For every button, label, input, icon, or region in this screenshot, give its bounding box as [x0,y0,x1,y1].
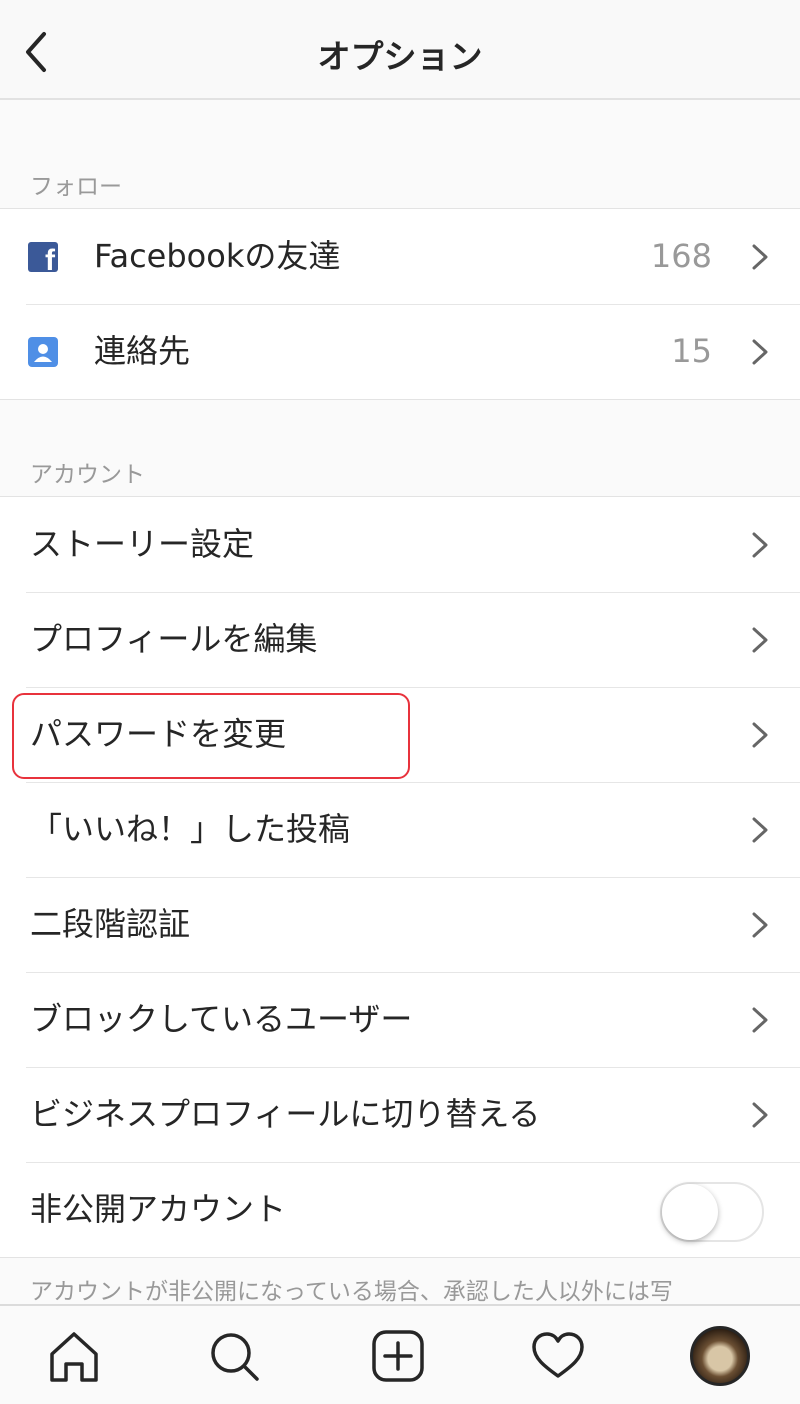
row-label: ビジネスプロフィールに切り替える [30,1095,541,1133]
row-label: 非公開アカウント [30,1190,287,1228]
row-liked-posts[interactable]: 「いいね！」した投稿 [0,782,800,877]
search-icon [211,1333,259,1381]
page-title: オプション [317,37,483,76]
home-icon [50,1332,98,1382]
row-switch-business-profile[interactable]: ビジネスプロフィールに切り替える [0,1067,800,1162]
chevron-right-icon [752,532,768,558]
row-facebook-friends[interactable]: f Facebookの友達 168 [0,209,800,304]
row-label: ストーリー設定 [30,525,255,563]
bottom-tab-bar [0,1304,800,1404]
section-header-follow: フォロー [30,174,122,200]
contacts-icon [28,337,58,367]
account-group: ストーリー設定 プロフィールを編集 パスワードを変更 「いいね！」した投稿 二段… [0,496,800,1258]
row-label: 「いいね！」した投稿 [30,810,351,848]
chevron-right-icon [752,244,768,270]
chevron-right-icon [752,817,768,843]
highlight-annotation [12,693,410,779]
chevron-right-icon [752,1007,768,1033]
add-post-icon [372,1330,424,1382]
row-count: 15 [671,332,712,370]
row-label: プロフィールを編集 [30,620,318,658]
row-private-account: 非公開アカウント [0,1162,800,1257]
section-header-account: アカウント [30,462,145,488]
tab-home[interactable] [42,1324,106,1388]
row-blocked-users[interactable]: ブロックしているユーザー [0,972,800,1067]
profile-avatar[interactable] [690,1326,750,1386]
tab-search[interactable] [202,1324,266,1388]
tab-activity[interactable] [526,1324,590,1388]
row-count: 168 [650,237,712,275]
row-label: 連絡先 [94,332,191,370]
row-two-factor-auth[interactable]: 二段階認証 [0,877,800,972]
activity-heart-icon [532,1332,584,1378]
tab-add-post[interactable] [366,1324,430,1388]
row-label: 二段階認証 [30,905,191,943]
chevron-right-icon [752,627,768,653]
chevron-right-icon [752,339,768,365]
chevron-right-icon [752,1102,768,1128]
facebook-icon: f [28,242,58,272]
chevron-right-icon [752,912,768,938]
private-account-toggle[interactable] [660,1182,764,1242]
nav-header: オプション [0,0,800,100]
chevron-right-icon [752,722,768,748]
row-edit-profile[interactable]: プロフィールを編集 [0,592,800,687]
row-contacts[interactable]: 連絡先 15 [0,304,800,399]
row-label: Facebookの友達 [94,237,341,275]
row-label: ブロックしているユーザー [30,1000,413,1038]
follow-group: f Facebookの友達 168 連絡先 15 [0,208,800,400]
row-story-settings[interactable]: ストーリー設定 [0,497,800,592]
private-account-note: アカウントが非公開になっている場合、承認した人以外には写 [30,1279,673,1305]
toggle-knob [662,1184,718,1240]
